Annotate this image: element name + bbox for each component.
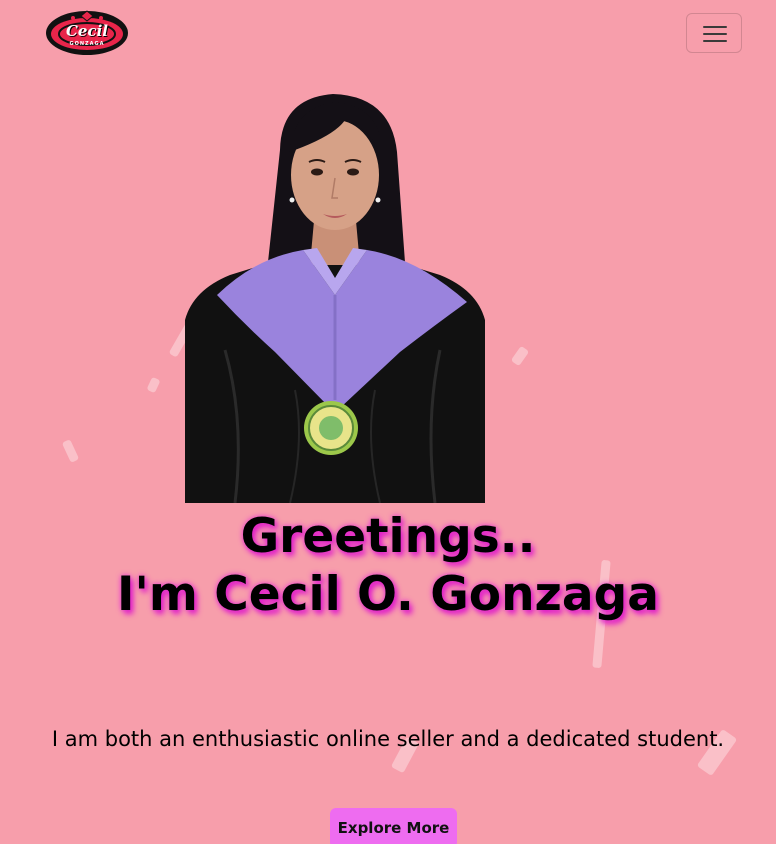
page: Cecil GONZAGA Greetings.. I'm Cecil O. G… — [0, 0, 776, 844]
navbar: Cecil GONZAGA — [0, 0, 776, 66]
logo-subtext: GONZAGA — [69, 41, 105, 47]
profile-photo — [185, 90, 485, 503]
menu-toggle-button[interactable] — [686, 13, 742, 53]
brand-logo[interactable]: Cecil GONZAGA — [45, 10, 129, 56]
hero-headline: Greetings.. I'm Cecil O. Gonzaga — [0, 508, 776, 624]
bg-streak — [61, 439, 80, 463]
headline-greeting: Greetings.. — [240, 509, 536, 564]
hero-tagline: I am both an enthusiastic online seller … — [51, 727, 725, 751]
bg-streak — [510, 345, 530, 367]
headline-name: I'm Cecil O. Gonzaga — [117, 567, 659, 622]
logo-text: Cecil — [65, 22, 108, 40]
bg-streak — [146, 376, 161, 394]
explore-more-button[interactable]: Explore More — [330, 808, 457, 844]
